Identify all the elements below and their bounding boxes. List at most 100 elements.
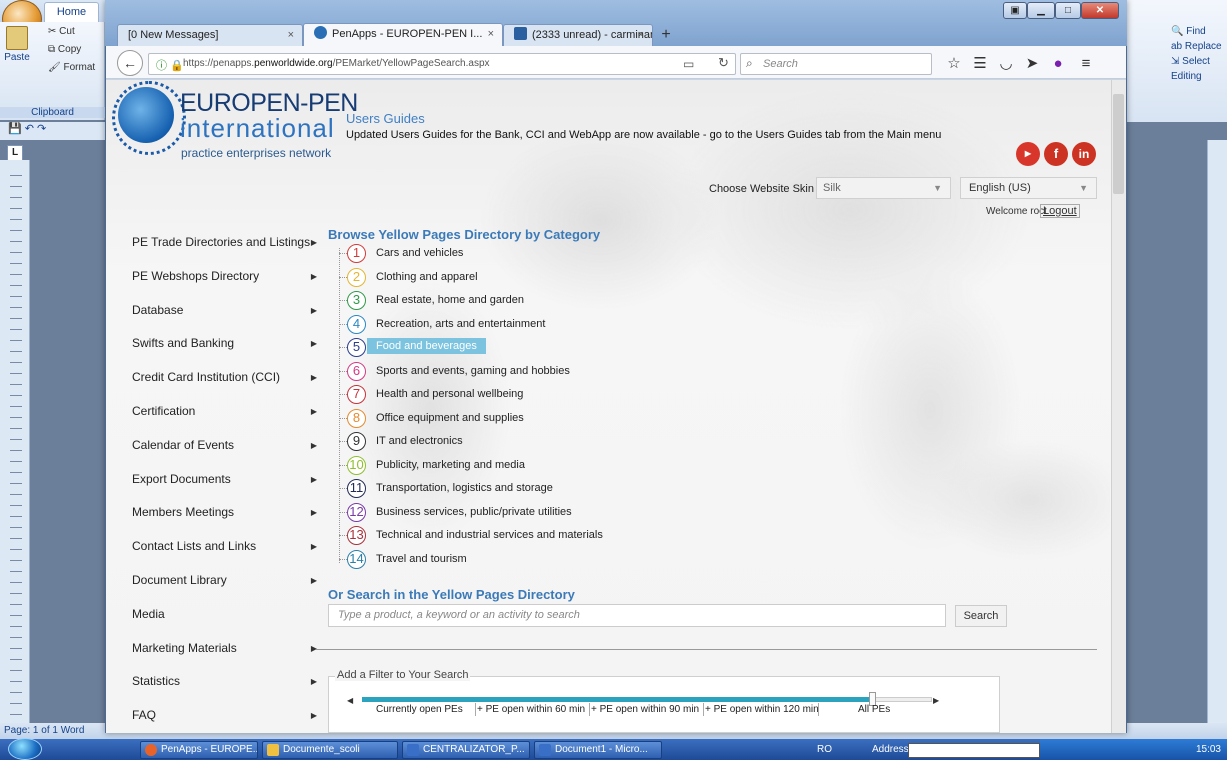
page-scroll-thumb[interactable]	[1113, 94, 1124, 194]
category-label[interactable]: Cars and vehicles	[376, 247, 463, 259]
menu-item[interactable]: Credit Card Institution (CCI) ▶	[118, 361, 323, 394]
close-tab-icon[interactable]: ×	[488, 24, 494, 44]
task-word-2[interactable]: Document1 - Micro...	[534, 741, 662, 759]
category-item[interactable]: 6 Sports and events, gaming and hobbies	[339, 361, 639, 382]
category-item[interactable]: 10 Publicity, marketing and media	[339, 455, 639, 476]
close-tab-icon[interactable]: ×	[638, 25, 644, 45]
logout-link[interactable]: Logout	[1040, 204, 1080, 218]
task-word-1[interactable]: CENTRALIZATOR_P...	[402, 741, 530, 759]
category-label[interactable]: Health and personal wellbeing	[376, 388, 523, 400]
cut-button[interactable]: ✂ Cut	[48, 26, 75, 37]
back-button[interactable]: ←	[117, 50, 143, 76]
select-button[interactable]: ⇲ Select	[1171, 56, 1227, 67]
menu-item[interactable]: Marketing Materials ▶	[118, 632, 323, 665]
logo-globe-icon[interactable]	[112, 81, 186, 155]
bookmarks-list-icon[interactable]: ☰	[970, 53, 990, 75]
start-button[interactable]	[8, 738, 42, 760]
menu-item[interactable]: Contact Lists and Links ▶	[118, 530, 323, 563]
search-button[interactable]: Search	[955, 605, 1007, 627]
find-button[interactable]: 🔍 Find	[1171, 26, 1227, 37]
new-tab-button[interactable]: +	[656, 25, 676, 45]
logo-subtitle[interactable]: international	[180, 113, 335, 144]
menu-icon[interactable]: ≡	[1076, 53, 1096, 75]
category-label[interactable]: Office equipment and supplies	[376, 412, 524, 424]
category-item[interactable]: 7 Health and personal wellbeing	[339, 385, 639, 405]
menu-item[interactable]: Certification ▶	[118, 395, 323, 428]
reload-icon[interactable]: ↻	[718, 55, 729, 71]
tab-messages[interactable]: [0 New Messages] ×	[117, 24, 303, 46]
category-item[interactable]: 12 Business services, public/private util…	[339, 502, 639, 523]
menu-item[interactable]: Media	[118, 598, 323, 631]
bookmark-star-icon[interactable]: ☆	[944, 53, 964, 75]
skin-select[interactable]: Silk ▼	[816, 177, 951, 199]
menu-item[interactable]: Members Meetings ▶	[118, 496, 323, 529]
category-label[interactable]: Food and beverages	[367, 338, 486, 354]
copy-button[interactable]: ⧉ Copy	[48, 44, 81, 55]
send-icon[interactable]: ➤	[1022, 53, 1042, 75]
slider-left-arrow-icon[interactable]: ◀	[347, 696, 353, 705]
pocket-icon[interactable]: ◡	[996, 53, 1016, 75]
slider-right-arrow-icon[interactable]: ▶	[933, 696, 939, 705]
browser-search-input[interactable]: Search	[740, 53, 932, 75]
category-label[interactable]: Clothing and apparel	[376, 271, 478, 283]
category-item[interactable]: 8 Office equipment and supplies	[339, 408, 639, 429]
category-item[interactable]: 13 Technical and industrial services and …	[339, 526, 639, 546]
filter-tick[interactable]: All PEs	[858, 704, 890, 715]
search-input[interactable]: Type a product, a keyword or an activity…	[328, 604, 946, 627]
filter-tick[interactable]: + PE open within 90 min	[591, 704, 699, 715]
close-tab-icon[interactable]: ×	[288, 25, 294, 45]
url-bar[interactable]: https://penapps.penworldwide.org/PEMarke…	[148, 53, 736, 75]
linkedin-icon[interactable]: in	[1072, 142, 1096, 166]
menu-item[interactable]: Document Library ▶	[118, 564, 323, 597]
menu-item[interactable]: FAQ ▶	[118, 699, 323, 732]
menu-item[interactable]: PE Webshops Directory ▶	[118, 260, 323, 293]
category-label[interactable]: Sports and events, gaming and hobbies	[376, 365, 570, 377]
replace-button[interactable]: ab Replace	[1171, 41, 1227, 52]
menu-item[interactable]: Statistics ▶	[118, 665, 323, 698]
language-indicator[interactable]: RO	[817, 744, 832, 755]
yahoo-icon[interactable]: ●	[1048, 53, 1068, 75]
category-label[interactable]: Publicity, marketing and media	[376, 459, 525, 471]
filter-tick[interactable]: Currently open PEs	[376, 704, 463, 715]
category-label[interactable]: Business services, public/private utilit…	[376, 506, 572, 518]
menu-item[interactable]: Swifts and Banking ▶	[118, 327, 323, 360]
menu-item[interactable]: Export Documents ▶	[118, 463, 323, 496]
category-item[interactable]: 9 IT and electronics	[339, 432, 639, 452]
tab-penapps[interactable]: PenApps - EUROPEN-PEN I... ×	[303, 23, 503, 46]
address-input[interactable]	[908, 743, 1040, 758]
youtube-icon[interactable]: ▶	[1016, 142, 1040, 166]
paste-button[interactable]: Paste	[2, 26, 32, 76]
menu-item[interactable]: Database ▶	[118, 294, 323, 327]
category-label[interactable]: Technical and industrial services and ma…	[376, 529, 603, 541]
category-label[interactable]: Travel and tourism	[376, 553, 467, 565]
category-label[interactable]: Transportation, logistics and storage	[376, 482, 553, 494]
facebook-icon[interactable]: f	[1044, 142, 1068, 166]
clock[interactable]: 15:03	[1196, 744, 1221, 755]
filter-tick[interactable]: + PE open within 120 min	[705, 704, 819, 715]
category-item[interactable]: 14 Travel and tourism	[339, 549, 639, 570]
menu-item[interactable]: Calendar of Events ▶	[118, 429, 323, 462]
tab-selector[interactable]: L	[7, 145, 23, 161]
category-item[interactable]: 4 Recreation, arts and entertainment	[339, 314, 639, 335]
category-item[interactable]: 1 Cars and vehicles	[339, 244, 639, 264]
reader-view-icon[interactable]: ▭	[683, 57, 694, 71]
task-firefox[interactable]: PenApps - EUROPE...	[140, 741, 258, 759]
category-label[interactable]: Real estate, home and garden	[376, 294, 524, 306]
tab-mail[interactable]: (2333 unread) - carminam...×	[503, 24, 653, 46]
category-label[interactable]: Recreation, arts and entertainment	[376, 318, 545, 330]
maximize-icon[interactable]: □	[1055, 2, 1081, 19]
category-item[interactable]: 3 Real estate, home and garden	[339, 291, 639, 311]
close-icon[interactable]: ✕	[1081, 2, 1119, 19]
word-tab-home[interactable]: Home	[44, 2, 99, 22]
filter-tick[interactable]: + PE open within 60 min	[477, 704, 585, 715]
language-select[interactable]: English (US) ▼	[960, 177, 1097, 199]
category-item[interactable]: 2 Clothing and apparel	[339, 267, 639, 288]
task-folder[interactable]: Documente_scoli	[262, 741, 398, 759]
category-label[interactable]: IT and electronics	[376, 435, 463, 447]
word-scrollbar[interactable]	[1207, 140, 1227, 723]
category-item[interactable]: 11 Transportation, logistics and storage	[339, 479, 639, 499]
restore-icon[interactable]: ▣	[1003, 2, 1027, 19]
menu-item[interactable]: PE Trade Directories and Listings ▶	[118, 226, 323, 259]
lock-icon[interactable]: ⓘ 🔒	[156, 57, 184, 73]
format-painter-button[interactable]: 🖌 Format	[48, 62, 95, 73]
